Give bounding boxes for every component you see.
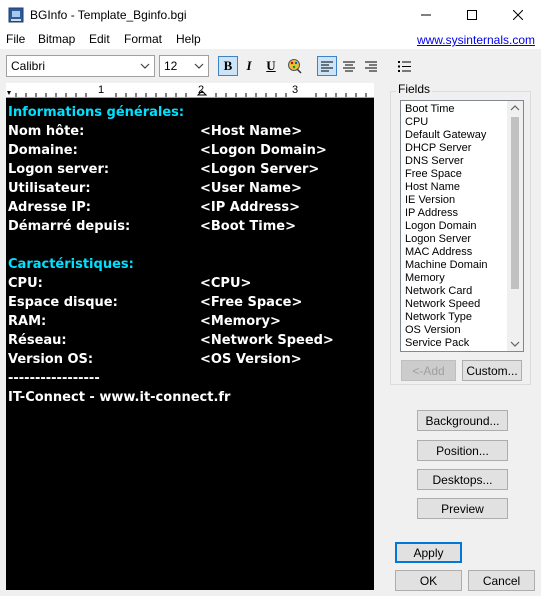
editor-field-token: <Logon Domain> xyxy=(200,143,327,158)
bginfo-app-icon xyxy=(8,7,24,23)
editor-label: Nom hôte: xyxy=(8,124,85,139)
field-list-item[interactable]: DNS Server xyxy=(405,155,464,168)
fields-legend: Fields xyxy=(396,82,433,96)
preview-button[interactable]: Preview xyxy=(417,498,508,519)
ruler-mark: 1 xyxy=(98,84,105,96)
editor-label: Informations générales: xyxy=(8,105,185,120)
font-value: Calibri xyxy=(11,59,46,73)
field-list-item[interactable]: IE Version xyxy=(405,194,455,207)
editor-label: ----------------- xyxy=(8,371,100,386)
maximize-button[interactable] xyxy=(449,0,495,30)
editor-label: Utilisateur: xyxy=(8,181,91,196)
editor-field-token: <Boot Time> xyxy=(200,219,296,234)
editor-field-token: <Network Speed> xyxy=(200,333,334,348)
bold-button[interactable]: B xyxy=(218,56,238,76)
background-button[interactable]: Background... xyxy=(417,410,508,431)
underline-button[interactable]: U xyxy=(261,56,281,76)
menu-format[interactable]: Format xyxy=(124,32,162,46)
chevron-down-icon xyxy=(192,57,206,75)
align-right-button[interactable] xyxy=(361,56,381,76)
field-list-item[interactable]: Network Type xyxy=(405,311,472,324)
field-list-item[interactable]: DHCP Server xyxy=(405,142,471,155)
align-center-button[interactable] xyxy=(339,56,359,76)
align-center-icon xyxy=(343,61,355,71)
editor-label: Version OS: xyxy=(8,352,94,367)
editor-label: IT-Connect - www.it-connect.fr xyxy=(8,390,231,405)
font-size-value: 12 xyxy=(164,59,178,73)
editor-label: CPU: xyxy=(8,276,43,291)
cancel-button[interactable]: Cancel xyxy=(468,570,535,591)
field-list-item[interactable]: Logon Server xyxy=(405,233,471,246)
editor-label: Caractéristiques: xyxy=(8,257,134,272)
field-list-item[interactable]: Logon Domain xyxy=(405,220,477,233)
close-icon xyxy=(513,10,523,20)
editor-field-token: <IP Address> xyxy=(200,200,301,215)
minimize-icon xyxy=(421,14,431,16)
field-list-item[interactable]: Free Space xyxy=(405,168,462,181)
field-list-item[interactable]: Network Speed xyxy=(405,298,480,311)
custom-field-button[interactable]: Custom... xyxy=(462,360,522,381)
add-field-button[interactable]: <-Add xyxy=(401,360,456,381)
align-left-icon xyxy=(321,61,333,71)
field-list-item[interactable]: MAC Address xyxy=(405,246,472,259)
field-list-item[interactable]: Machine Domain xyxy=(405,259,488,272)
italic-button[interactable]: I xyxy=(239,56,259,76)
field-list-item[interactable]: IP Address xyxy=(405,207,458,220)
ruler-mark: 2 xyxy=(198,84,205,96)
editor-label: Domaine: xyxy=(8,143,78,158)
color-button[interactable] xyxy=(284,56,304,76)
menu-bitmap[interactable]: Bitmap xyxy=(38,32,75,46)
editor-label: RAM: xyxy=(8,314,47,329)
fields-scrollbar[interactable] xyxy=(507,101,523,351)
editor-label: Réseau: xyxy=(8,333,67,348)
editor-field-token: <CPU> xyxy=(200,276,252,291)
align-left-button[interactable] xyxy=(317,56,337,76)
field-list-item[interactable]: Default Gateway xyxy=(405,129,486,142)
editor-field-token: <Logon Server> xyxy=(200,162,320,177)
position-button[interactable]: Position... xyxy=(417,440,508,461)
menu-edit[interactable]: Edit xyxy=(89,32,110,46)
menu-help[interactable]: Help xyxy=(176,32,201,46)
editor-field-token: <Host Name> xyxy=(200,124,303,139)
editor-label: Espace disque: xyxy=(8,295,118,310)
align-right-icon xyxy=(365,61,377,71)
editor-field-token: <Memory> xyxy=(200,314,281,329)
maximize-icon xyxy=(467,10,477,20)
desktops-button[interactable]: Desktops... xyxy=(417,469,508,490)
bullet-list-button[interactable] xyxy=(394,56,414,76)
editor-label: Démarré depuis: xyxy=(8,219,131,234)
editor-field-token: <User Name> xyxy=(200,181,302,196)
field-list-item[interactable]: CPU xyxy=(405,116,428,129)
font-select[interactable]: Calibri xyxy=(6,55,155,77)
editor-field-token: <Free Space> xyxy=(200,295,303,310)
scrollbar-track xyxy=(510,105,520,347)
apply-button[interactable]: Apply xyxy=(395,542,462,563)
chevron-down-icon xyxy=(138,57,152,75)
ruler-mark: 3 xyxy=(292,84,299,96)
sysinternals-link[interactable]: www.sysinternals.com xyxy=(417,33,535,47)
editor-label: Adresse IP: xyxy=(8,200,91,215)
field-list-item[interactable]: OS Version xyxy=(405,324,461,337)
bullet-list-icon xyxy=(397,60,411,72)
ruler xyxy=(6,83,374,98)
field-list-item[interactable]: Network Card xyxy=(405,285,472,298)
ok-button[interactable]: OK xyxy=(395,570,462,591)
field-list-item[interactable]: Boot Time xyxy=(405,103,455,116)
minimize-button[interactable] xyxy=(403,0,449,30)
field-list-item[interactable]: Service Pack xyxy=(405,337,469,350)
field-list-item[interactable]: Host Name xyxy=(405,181,460,194)
window-title: BGInfo - Template_Bginfo.bgi xyxy=(30,8,187,22)
menu-file[interactable]: File xyxy=(6,32,25,46)
text-editor[interactable]: Informations générales: Nom hôte: <Host Na… xyxy=(6,98,374,590)
field-list-item[interactable]: Memory xyxy=(405,272,445,285)
palette-icon xyxy=(288,59,302,74)
fields-list[interactable]: Boot Time CPU Default Gateway DHCP Server DN… xyxy=(400,100,524,352)
field-list-item[interactable]: Snapshot Time xyxy=(405,350,478,351)
editor-field-token: <OS Version> xyxy=(200,352,302,367)
font-size-select[interactable]: 12 xyxy=(159,55,209,77)
close-button[interactable] xyxy=(495,0,541,30)
ruler-ticks xyxy=(7,90,367,97)
editor-label: Logon server: xyxy=(8,162,110,177)
